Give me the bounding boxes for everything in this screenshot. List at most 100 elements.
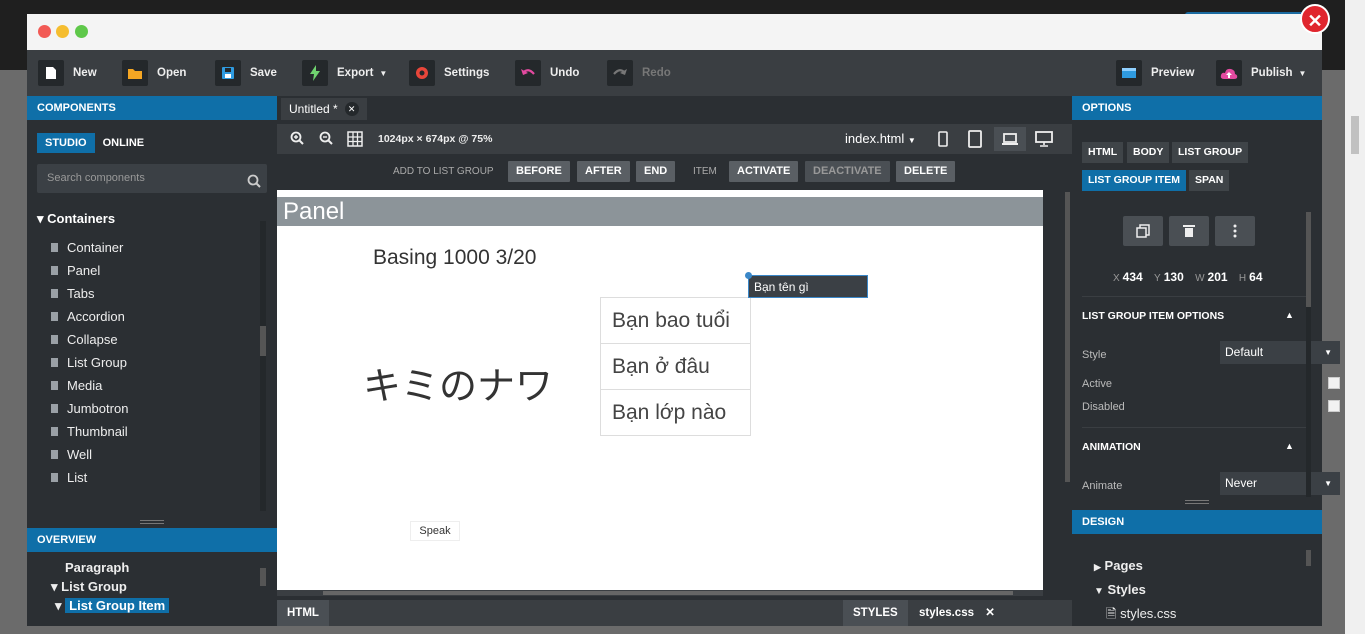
tree-item-list-group[interactable]: ▾ List Group: [51, 577, 169, 596]
list-item[interactable]: Well: [51, 443, 128, 466]
list-item[interactable]: Collapse: [51, 328, 128, 351]
list-item[interactable]: List Group: [51, 351, 128, 374]
list-item[interactable]: Jumbotron: [51, 397, 128, 420]
scroll-thumb[interactable]: [260, 326, 266, 356]
tab-studio[interactable]: STUDIO: [37, 133, 95, 153]
settings-button[interactable]: Settings: [409, 60, 489, 86]
laptop-icon[interactable]: [994, 127, 1026, 151]
duplicate-icon[interactable]: [1123, 216, 1163, 246]
tab-online[interactable]: ONLINE: [95, 133, 153, 153]
scroll-thumb[interactable]: [1065, 192, 1070, 482]
selection-handle[interactable]: [745, 272, 752, 279]
design-canvas[interactable]: Panel Basing 1000 3/20 キミのナワ Bạn tên gì …: [277, 190, 1043, 590]
page-scroll-thumb[interactable]: [1351, 116, 1359, 154]
style-select[interactable]: Default ▼: [1220, 341, 1340, 364]
search-input[interactable]: Search components: [37, 164, 267, 193]
preview-button[interactable]: Preview: [1116, 60, 1194, 86]
after-button[interactable]: AFTER: [577, 161, 630, 182]
breadcrumb-html[interactable]: HTML: [1082, 142, 1124, 163]
open-button[interactable]: Open: [122, 60, 186, 86]
styles-file-tab[interactable]: styles.css ✕: [909, 600, 1005, 626]
breadcrumb-list-group-item[interactable]: LIST GROUP ITEM: [1082, 170, 1186, 191]
active-checkbox[interactable]: [1328, 377, 1340, 389]
end-button[interactable]: END: [636, 161, 676, 182]
trash-icon[interactable]: [1169, 216, 1209, 246]
tablet-icon[interactable]: [959, 127, 991, 151]
save-button[interactable]: Save: [215, 60, 277, 86]
tree-group-containers[interactable]: ▾ Containers: [37, 211, 115, 227]
japanese-text[interactable]: キミのナワ: [363, 355, 553, 410]
list-item[interactable]: Accordion: [51, 305, 128, 328]
list-group-item-selected[interactable]: Bạn tên gì: [745, 272, 868, 298]
tab-styles[interactable]: STYLES: [843, 600, 908, 626]
activate-button[interactable]: ACTIVATE: [729, 161, 799, 182]
folder-icon: [122, 60, 148, 86]
list-group[interactable]: Bạn tên gì Bạn bao tuổi Bạn ở đâu Bạn lớ…: [600, 272, 868, 436]
window-maximize-dot[interactable]: [75, 25, 88, 38]
document-icon: [51, 381, 58, 390]
tab-html[interactable]: HTML: [277, 600, 329, 626]
zoom-out-icon[interactable]: [319, 131, 333, 148]
resize-handle[interactable]: [140, 520, 164, 524]
scroll-thumb[interactable]: [1306, 212, 1311, 307]
disabled-label: Disabled: [1082, 401, 1125, 413]
tree-item-styles[interactable]: ▼ Styles: [1094, 578, 1176, 602]
speak-button[interactable]: Speak: [410, 521, 460, 541]
delete-button[interactable]: DELETE: [896, 161, 956, 182]
before-button[interactable]: BEFORE: [508, 161, 570, 182]
desktop-icon[interactable]: [1028, 127, 1060, 151]
disabled-checkbox[interactable]: [1328, 400, 1340, 412]
list-group-item[interactable]: Bạn bao tuổi: [600, 297, 751, 344]
breadcrumb-list-group[interactable]: LIST GROUP: [1172, 142, 1249, 163]
animate-select[interactable]: Never ▼: [1220, 472, 1340, 495]
scroll-thumb[interactable]: [323, 591, 1013, 595]
list-item[interactable]: Thumbnail: [51, 420, 128, 443]
page-scrollbar[interactable]: [1345, 0, 1365, 634]
list-item[interactable]: Container: [51, 236, 128, 259]
breadcrumb-body[interactable]: BODY: [1127, 142, 1170, 163]
deactivate-button[interactable]: DEACTIVATE: [805, 161, 890, 182]
export-button[interactable]: Export ▼: [302, 60, 387, 86]
options-scrollbar[interactable]: [1306, 212, 1311, 497]
more-vertical-icon[interactable]: [1215, 216, 1255, 246]
phone-icon[interactable]: [927, 127, 959, 151]
list-item[interactable]: Panel: [51, 259, 128, 282]
list-group-item[interactable]: Bạn lớp nào: [600, 389, 751, 436]
panel-heading[interactable]: Panel: [277, 197, 1043, 226]
overview-scrollbar[interactable]: [260, 568, 266, 586]
grid-icon[interactable]: [347, 131, 363, 150]
tree-item-paragraph[interactable]: Paragraph: [51, 558, 169, 577]
zoom-in-icon[interactable]: [290, 131, 304, 148]
new-button[interactable]: New: [38, 60, 97, 86]
tree-label: Pages: [1104, 558, 1143, 573]
design-scrollbar[interactable]: [1306, 550, 1311, 566]
tree-item-pages[interactable]: ▶ Pages: [1094, 554, 1176, 578]
page-file-select[interactable]: index.html ▼: [845, 131, 916, 146]
tree-item-list-group-item[interactable]: ▾ List Group Item: [51, 596, 170, 615]
list-item[interactable]: Tabs: [51, 282, 128, 305]
animation-header[interactable]: ANIMATION ▲: [1082, 441, 1294, 453]
add-to-list-group-label: ADD TO LIST GROUP: [393, 166, 494, 177]
list-group-item-options-header[interactable]: LIST GROUP ITEM OPTIONS ▲: [1082, 310, 1294, 322]
breadcrumb-span[interactable]: SPAN: [1189, 170, 1230, 191]
window-close-dot[interactable]: [38, 25, 51, 38]
w-value: 201: [1207, 270, 1228, 284]
canvas-vertical-scrollbar[interactable]: [1063, 190, 1072, 590]
canvas-horizontal-scrollbar[interactable]: [277, 590, 1043, 596]
document-tab[interactable]: Untitled * ✕: [281, 98, 367, 120]
publish-button[interactable]: Publish ▼: [1216, 60, 1306, 86]
redo-button[interactable]: Redo: [607, 60, 671, 86]
overlay-close-button[interactable]: ✕: [1300, 4, 1330, 34]
resize-handle[interactable]: [1185, 500, 1209, 504]
list-item[interactable]: Media: [51, 374, 128, 397]
basing-text[interactable]: Basing 1000 3/20: [373, 246, 536, 270]
undo-button[interactable]: Undo: [515, 60, 579, 86]
search-icon[interactable]: [247, 171, 261, 200]
close-icon[interactable]: ✕: [985, 607, 995, 619]
components-scrollbar[interactable]: [260, 221, 266, 511]
list-group-item[interactable]: Bạn ở đâu: [600, 343, 751, 390]
tree-item-styles-css[interactable]: 🗎 styles.css: [1094, 602, 1176, 626]
window-minimize-dot[interactable]: [56, 25, 69, 38]
list-item[interactable]: List: [51, 466, 128, 489]
close-icon[interactable]: ✕: [344, 102, 359, 116]
